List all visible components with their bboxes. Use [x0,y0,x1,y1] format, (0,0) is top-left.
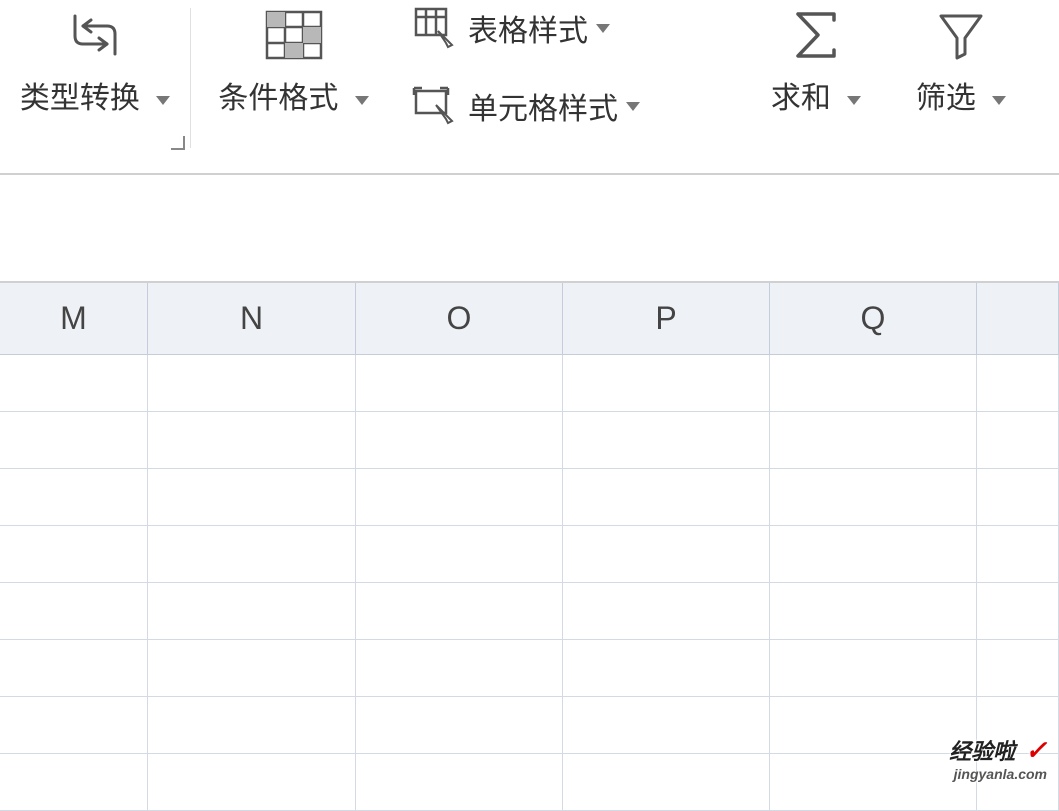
column-header-q[interactable]: Q [770,283,977,354]
cell[interactable] [977,469,1059,525]
group-conditional-format: 条件格式 [191,0,396,155]
type-convert-label: 类型转换 [20,82,140,115]
cell[interactable] [0,526,148,582]
grid-row [0,583,1059,640]
cell[interactable] [356,754,563,810]
cell[interactable] [563,355,770,411]
funnel-icon [933,5,989,65]
cell[interactable] [770,583,977,639]
cell[interactable] [148,640,356,696]
ribbon-toolbar: 类型转换 条件格式 [0,0,1059,155]
cell[interactable] [148,754,356,810]
chevron-down-icon [847,96,861,105]
cell-style-icon [412,85,458,127]
cell[interactable] [770,640,977,696]
conditional-format-label: 条件格式 [218,82,338,115]
group-sum: 求和 [746,0,886,155]
cell[interactable] [563,697,770,753]
cell[interactable] [356,355,563,411]
column-header-n[interactable]: N [148,283,356,354]
chevron-down-icon [626,102,640,111]
grid-row [0,640,1059,697]
cell[interactable] [0,412,148,468]
cell[interactable] [770,754,977,810]
grid-row [0,697,1059,754]
cell[interactable] [356,526,563,582]
chevron-down-icon [355,96,369,105]
cell[interactable] [356,469,563,525]
grid-row [0,412,1059,469]
sigma-icon [788,5,844,65]
cell[interactable] [356,583,563,639]
cell[interactable] [148,469,356,525]
filter-label: 筛选 [916,82,976,115]
watermark-title: 经验啦 [949,739,1015,764]
cell[interactable] [148,412,356,468]
column-headers-row: M N O P Q [0,283,1059,355]
group-styles: 表格样式 单元格样式 [396,0,746,155]
column-header-m[interactable]: M [0,283,148,354]
cell[interactable] [356,697,563,753]
grid-row [0,469,1059,526]
chevron-down-icon [156,96,170,105]
table-style-button[interactable]: 表格样式 [406,2,616,54]
group-type-convert: 类型转换 [0,0,190,155]
cell[interactable] [977,412,1059,468]
cell[interactable] [770,697,977,753]
watermark: 经验啦 ✓ jingyanla.com [949,734,1047,782]
grid-row [0,754,1059,811]
conditional-format-button[interactable]: 条件格式 [210,0,376,122]
type-convert-button[interactable]: 类型转换 [12,0,178,122]
cell[interactable] [977,640,1059,696]
cell[interactable] [977,526,1059,582]
cell[interactable] [356,640,563,696]
cell[interactable] [977,583,1059,639]
cell[interactable] [563,526,770,582]
cell[interactable] [563,583,770,639]
column-header-next[interactable] [977,283,1059,354]
cell-style-label: 单元格样式 [468,84,618,128]
conditional-format-icon [259,5,329,65]
sum-button[interactable]: 求和 [763,0,869,122]
filter-button[interactable]: 筛选 [908,0,1014,122]
cell[interactable] [0,754,148,810]
cell[interactable] [770,469,977,525]
column-header-p[interactable]: P [563,283,770,354]
cell[interactable] [563,412,770,468]
cell[interactable] [770,526,977,582]
grid-row [0,355,1059,412]
convert-icon [63,5,127,65]
cell[interactable] [0,697,148,753]
cell[interactable] [977,355,1059,411]
cell[interactable] [563,754,770,810]
watermark-url: jingyanla.com [949,766,1047,782]
table-style-label: 表格样式 [468,6,588,50]
chevron-down-icon [992,96,1006,105]
grid-body [0,355,1059,811]
group-filter: 筛选 [886,0,1036,155]
cell[interactable] [0,469,148,525]
cell[interactable] [0,355,148,411]
cell[interactable] [356,412,563,468]
cell[interactable] [148,355,356,411]
column-header-o[interactable]: O [356,283,563,354]
cell[interactable] [770,412,977,468]
cell[interactable] [0,640,148,696]
cell[interactable] [563,640,770,696]
cell[interactable] [770,355,977,411]
cell-style-button[interactable]: 单元格样式 [406,80,646,132]
sum-label: 求和 [771,82,831,115]
grid-row [0,526,1059,583]
cell[interactable] [563,469,770,525]
formula-bar[interactable] [0,173,1059,283]
table-style-icon [412,7,458,49]
cell[interactable] [148,583,356,639]
dialog-launcher-icon[interactable] [171,136,185,150]
cell[interactable] [148,526,356,582]
checkmark-icon: ✓ [1025,735,1047,765]
chevron-down-icon [596,24,610,33]
spreadsheet-grid: M N O P Q [0,283,1059,811]
cell[interactable] [148,697,356,753]
cell[interactable] [0,583,148,639]
